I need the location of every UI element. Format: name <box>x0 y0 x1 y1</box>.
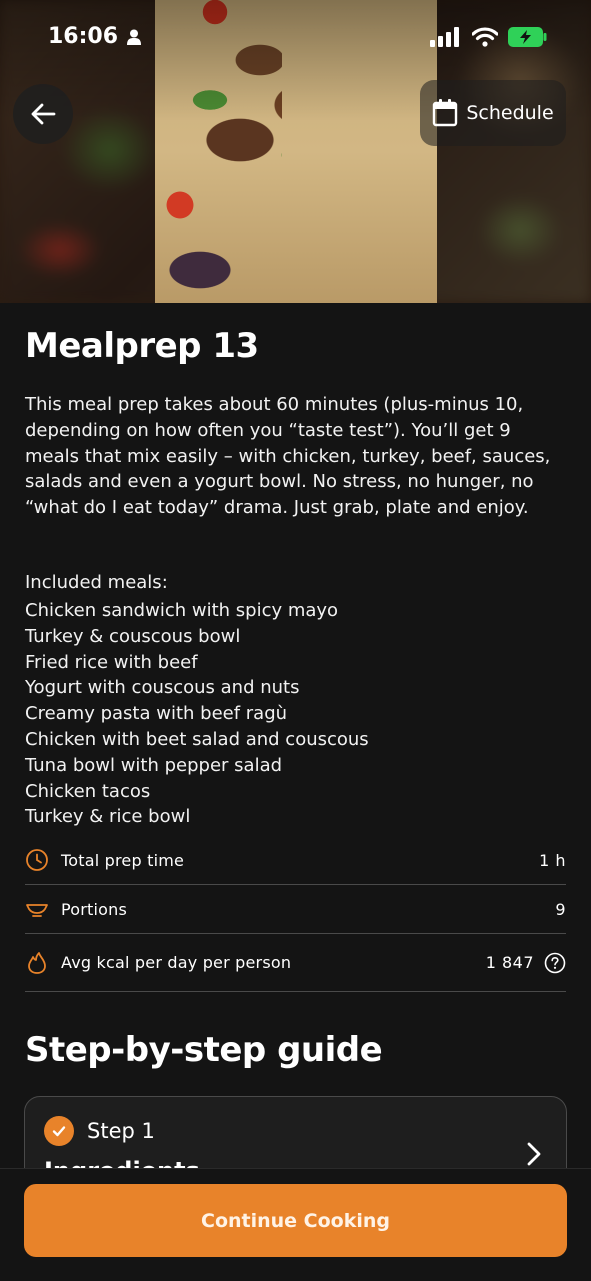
included-meals-heading: Included meals: <box>25 572 168 593</box>
included-meals-list: Chicken sandwich with spicy mayo Turkey … <box>25 598 369 830</box>
recipe-stats: Total prep time 1 h Portions 9 Avg kcal … <box>25 836 566 992</box>
schedule-label: Schedule <box>466 102 554 124</box>
meal-item: Yogurt with couscous and nuts <box>25 677 300 699</box>
wifi-icon <box>472 27 498 47</box>
check-icon <box>44 1116 74 1146</box>
stat-label: Total prep time <box>61 850 185 870</box>
battery-charging-icon <box>508 27 547 47</box>
person-icon <box>127 29 141 45</box>
meal-item: Tuna bowl with pepper salad <box>25 754 283 776</box>
stat-avg-kcal: Avg kcal per day per person 1 847 <box>25 934 566 992</box>
cellular-signal-icon <box>430 27 459 47</box>
recipe-description-text: This meal prep takes about 60 minutes (p… <box>25 394 551 519</box>
stat-prep-time: Total prep time 1 h <box>25 836 566 885</box>
status-icons <box>430 27 548 47</box>
stat-value: 1 h <box>539 850 566 870</box>
stat-value: 9 <box>555 899 566 919</box>
stat-label: Avg kcal per day per person <box>61 953 292 972</box>
stat-value: 1 847 <box>485 953 534 972</box>
meal-item: Chicken tacos <box>25 780 151 802</box>
meal-item: Fried rice with beef <box>25 651 198 673</box>
recipe-description: This meal prep takes about 60 minutes (p… <box>25 392 570 521</box>
meal-item: Turkey & rice bowl <box>25 806 191 828</box>
stat-label: Portions <box>61 899 128 919</box>
arrow-left-icon <box>31 103 56 125</box>
chevron-right-icon <box>527 1142 541 1166</box>
schedule-button[interactable]: Schedule <box>420 80 566 146</box>
flame-icon <box>25 951 49 975</box>
bowl-icon <box>25 897 49 921</box>
recipe-title: Mealprep 13 <box>25 326 259 366</box>
guide-title: Step-by-step guide <box>25 1030 383 1070</box>
clock-icon <box>25 848 49 872</box>
meal-item: Creamy pasta with beef ragù <box>25 703 288 725</box>
back-button[interactable] <box>13 84 73 144</box>
meal-item: Chicken with beet salad and couscous <box>25 728 369 750</box>
status-time: 16:06 <box>48 24 119 49</box>
stat-portions: Portions 9 <box>25 885 566 934</box>
meal-item: Chicken sandwich with spicy mayo <box>25 600 339 621</box>
calendar-icon <box>433 99 458 127</box>
step-label: Step 1 <box>87 1119 155 1143</box>
bottom-action-bar: Continue Cooking <box>0 1168 591 1281</box>
help-icon[interactable] <box>544 952 566 974</box>
meal-item: Turkey & couscous bowl <box>25 625 241 647</box>
continue-cooking-button[interactable]: Continue Cooking <box>24 1184 567 1257</box>
